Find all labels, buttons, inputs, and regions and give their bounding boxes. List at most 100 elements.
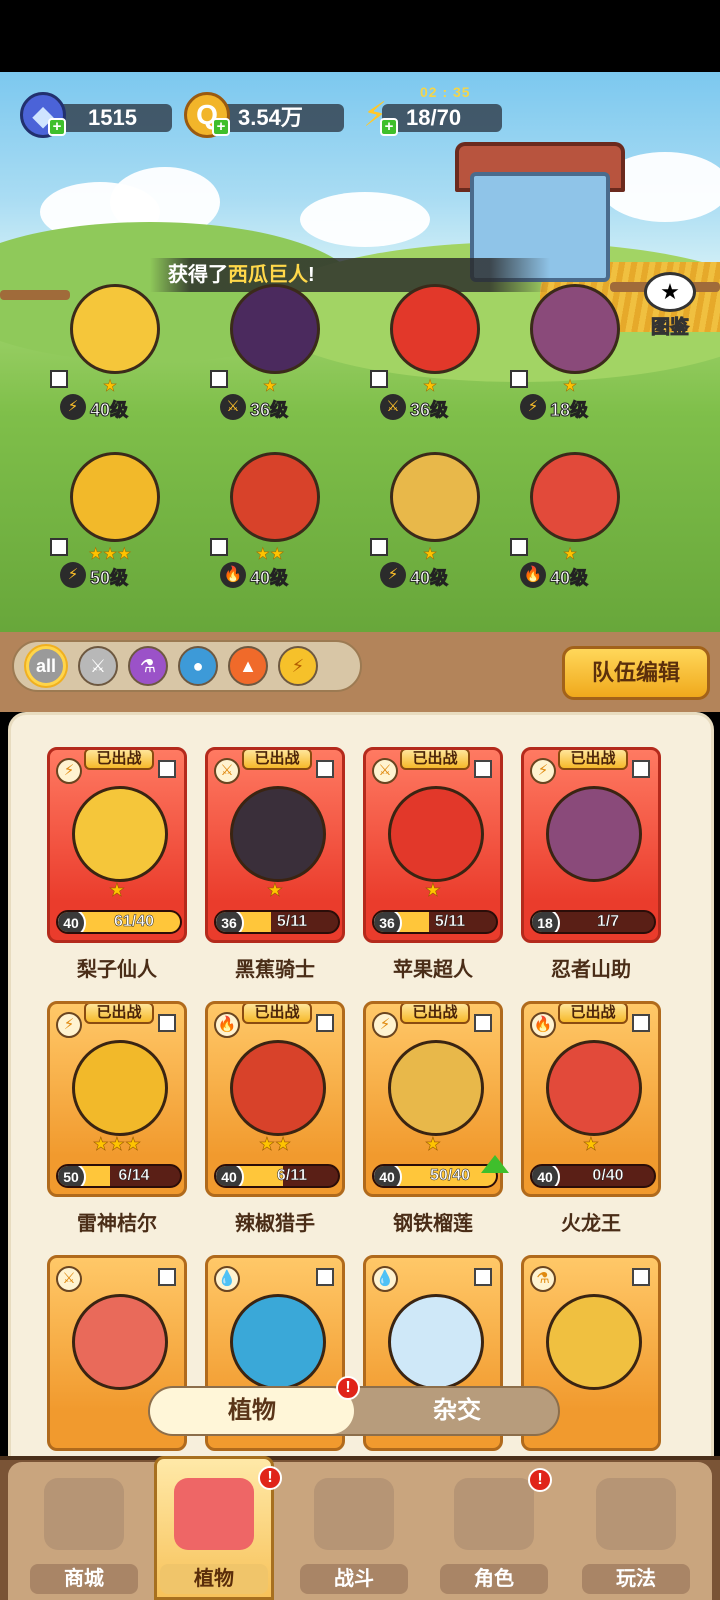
element-icon: ⚗ xyxy=(530,1266,556,1292)
plant-portrait xyxy=(230,1040,326,1136)
filter-lightning-button[interactable]: ⚡ xyxy=(278,646,318,686)
filter-sword-button[interactable]: ⚔ xyxy=(78,646,118,686)
sword-icon: ⚔ xyxy=(220,394,246,420)
plant-level-label: 18级 xyxy=(549,400,589,421)
plant-portrait xyxy=(546,1040,642,1136)
rank-grid-icon xyxy=(370,370,388,388)
announcement-highlight: 西瓜巨人 xyxy=(228,264,308,286)
shard-progress-bar: 40 0/40 xyxy=(530,1164,656,1188)
codex-button[interactable]: ★ 图鉴 xyxy=(640,272,700,339)
nav-shop[interactable]: 商城 xyxy=(20,1466,148,1600)
plant-portrait xyxy=(546,1294,642,1390)
shard-count: 6/11 xyxy=(276,1167,308,1185)
field-plant[interactable]: ★ ⚔ 36级 xyxy=(360,284,500,434)
add-energy-icon[interactable]: + xyxy=(380,118,398,136)
fire-icon: 🔥 xyxy=(520,562,546,588)
character-nav-alert-badge: ! xyxy=(528,1468,552,1492)
plant-level: ⚔ 36级 xyxy=(380,394,480,422)
shard-progress-bar: 18 1/7 xyxy=(530,910,656,934)
water-icon: ● xyxy=(192,655,204,676)
battle-icon xyxy=(314,1478,394,1550)
add-coins-icon[interactable]: + xyxy=(212,118,230,136)
plant-card[interactable]: 已出战 ⚡ ★★★ 50 6/14 xyxy=(47,1001,187,1197)
tab-plants[interactable]: 植物 xyxy=(150,1388,354,1434)
rank-grid-icon xyxy=(50,538,68,556)
card-stars: ★ xyxy=(424,880,442,901)
energy-timer: 02 : 35 xyxy=(420,84,471,100)
element-icon: ⚔ xyxy=(214,758,240,784)
element-icon: 💧 xyxy=(372,1266,398,1292)
rank-grid-icon xyxy=(474,1014,492,1032)
card-level: 50 xyxy=(58,1166,86,1186)
card-level: 40 xyxy=(374,1166,402,1186)
plant-level-label: 40级 xyxy=(249,568,289,589)
element-icon: 🔥 xyxy=(214,1012,240,1038)
field-plant[interactable]: ★ ⚔ 36级 xyxy=(200,284,340,434)
field-plant[interactable]: ★ ⚡ 40级 xyxy=(40,284,180,434)
card-level: 36 xyxy=(216,912,244,932)
plant-level: ⚡ 50级 xyxy=(60,562,160,590)
shard-count: 0/40 xyxy=(592,1167,624,1185)
plant-card[interactable]: 已出战 ⚡ ★ 40 50/40 xyxy=(363,1001,503,1197)
character-icon xyxy=(454,1478,534,1550)
plant-portrait xyxy=(546,786,642,882)
announcement-prefix: 获得了 xyxy=(168,264,228,286)
coins-counter: 3.54万 xyxy=(214,104,344,132)
lightning-icon: ⚡ xyxy=(380,562,406,588)
card-name: 钢铁榴莲 xyxy=(393,1213,473,1235)
rank-grid-icon xyxy=(316,1014,334,1032)
plant-level-label: 40级 xyxy=(549,568,589,589)
element-icon: 💧 xyxy=(214,1266,240,1292)
plant-card[interactable]: 已出战 🔥 ★★ 40 6/11 xyxy=(205,1001,345,1197)
nav-gameplay[interactable]: 玩法 xyxy=(572,1466,700,1600)
card-name: 黑蕉骑士 xyxy=(235,959,315,981)
lightning-icon: ⚡ xyxy=(520,394,546,420)
filter-fire-button[interactable]: ▲ xyxy=(228,646,268,686)
element-icon: ⚡ xyxy=(372,1012,398,1038)
potion-icon: ⚗ xyxy=(139,655,157,676)
gems-value: 1515 xyxy=(88,105,137,130)
plant-portrait xyxy=(72,1294,168,1390)
shard-count: 1/7 xyxy=(596,913,620,931)
plant-card[interactable]: 已出战 ⚡ 18 1/7 xyxy=(521,747,661,943)
plant-card[interactable]: 已出战 ⚡ ★ 40 61/40 xyxy=(47,747,187,943)
field-plant[interactable]: ★★ 🔥 40级 xyxy=(200,452,340,602)
shard-count: 50/40 xyxy=(429,1167,471,1185)
field-plant[interactable]: ★ ⚡ 40级 xyxy=(360,452,500,602)
card-stars: ★ xyxy=(266,880,284,901)
field-plant[interactable]: ★ ⚡ 18级 xyxy=(500,284,640,434)
rank-grid-icon xyxy=(210,370,228,388)
nav-battle[interactable]: 战斗 xyxy=(290,1466,418,1600)
field-plant[interactable]: ★ 🔥 40级 xyxy=(500,452,640,602)
plant-sprite xyxy=(530,452,620,542)
add-gems-icon[interactable]: + xyxy=(48,118,66,136)
gameplay-icon xyxy=(596,1478,676,1550)
plant-portrait xyxy=(72,786,168,882)
plant-card[interactable]: 已出战 🔥 ★ 40 0/40 xyxy=(521,1001,661,1197)
filter-potion-button[interactable]: ⚗ xyxy=(128,646,168,686)
plant-sprite xyxy=(530,284,620,374)
plant-sprite xyxy=(230,452,320,542)
plant-portrait xyxy=(230,786,326,882)
filter-all-label: all xyxy=(35,655,56,676)
plant-portrait xyxy=(388,1294,484,1390)
card-stars: ★ xyxy=(108,880,126,901)
plant-level-label: 36级 xyxy=(409,400,449,421)
filter-all-button[interactable]: all xyxy=(26,646,66,686)
team-edit-button[interactable]: 队伍编辑 xyxy=(562,646,710,700)
plant-card[interactable]: 已出战 ⚔ ★ 36 5/11 xyxy=(205,747,345,943)
deployed-badge: 已出战 xyxy=(400,1004,470,1024)
plant-portrait xyxy=(388,786,484,882)
plant-level: 🔥 40级 xyxy=(220,562,320,590)
field-plant[interactable]: ★★★ ⚡ 50级 xyxy=(40,452,180,602)
nav-plants[interactable]: 植物 xyxy=(150,1466,278,1600)
rank-grid-icon xyxy=(158,1014,176,1032)
nav-label: 战斗 xyxy=(300,1564,408,1594)
plant-card[interactable]: 已出战 ⚔ ★ 36 5/11 xyxy=(363,747,503,943)
rank-grid-icon xyxy=(50,370,68,388)
card-name: 火龙王 xyxy=(561,1213,621,1235)
rank-grid-icon xyxy=(158,760,176,778)
element-icon: ⚔ xyxy=(372,758,398,784)
filter-water-button[interactable]: ● xyxy=(178,646,218,686)
tab-hybrid[interactable]: 杂交 xyxy=(356,1388,558,1434)
